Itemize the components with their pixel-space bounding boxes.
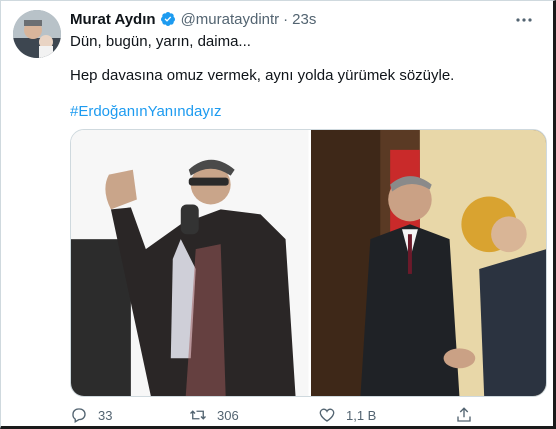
media-grid[interactable]	[70, 129, 547, 397]
share-icon	[457, 407, 471, 422]
action-bar: 33 306 1,1 B	[70, 406, 540, 426]
author-handle[interactable]: @murataydintr	[181, 11, 280, 28]
share-button[interactable]	[455, 406, 483, 424]
reply-count: 33	[98, 407, 113, 423]
tweet-text-line-1: Dün, bugün, yarın, daima...	[70, 33, 251, 50]
avatar[interactable]	[13, 10, 61, 58]
tweet-header: Murat Aydın @murataydintr · 23s	[70, 9, 316, 29]
reply-icon	[72, 408, 86, 423]
photo-right[interactable]	[308, 130, 546, 396]
retweet-button[interactable]: 306	[189, 406, 239, 424]
tweet-text-line-2: Hep davasına omuz vermek, aynı yolda yür…	[70, 67, 455, 84]
verified-badge-icon	[160, 11, 176, 27]
heart-icon	[319, 408, 335, 422]
timestamp[interactable]: 23s	[292, 11, 316, 28]
author-name[interactable]: Murat Aydın	[70, 11, 156, 28]
like-count: 1,1 B	[346, 407, 377, 423]
more-icon[interactable]	[515, 11, 533, 34]
retweet-icon	[190, 410, 206, 420]
like-button[interactable]: 1,1 B	[318, 406, 376, 424]
retweet-count: 306	[217, 407, 239, 423]
separator-dot: ·	[283, 10, 289, 28]
reply-button[interactable]: 33	[70, 406, 112, 424]
tweet-card[interactable]: Murat Aydın @murataydintr · 23s Dün, bug…	[0, 0, 556, 429]
photo-left[interactable]	[71, 130, 309, 396]
hashtag-link[interactable]: #ErdoğanınYanındayız	[70, 102, 222, 122]
